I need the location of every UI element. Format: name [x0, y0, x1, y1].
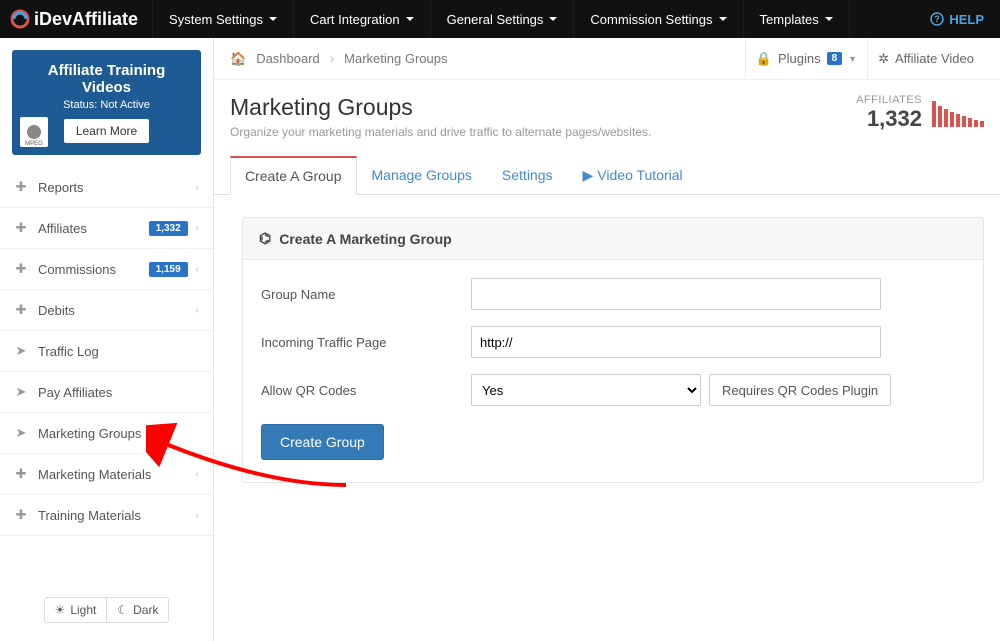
- sidebar-item-marketing-groups[interactable]: ➤ Marketing Groups: [0, 413, 213, 454]
- arrow-right-icon: ➤: [14, 384, 28, 400]
- sitemap-icon: ⌬: [259, 230, 271, 247]
- form-row-incoming-page: Incoming Traffic Page: [261, 326, 965, 358]
- form-row-group-name: Group Name: [261, 278, 965, 310]
- plugins-count-badge: 8: [827, 52, 843, 65]
- topnav-general-settings[interactable]: General Settings: [431, 0, 575, 38]
- page-header: Marketing Groups Organize your marketing…: [214, 80, 1000, 149]
- topnav-system-settings[interactable]: System Settings: [152, 0, 294, 38]
- tab-create-group[interactable]: Create A Group: [230, 156, 357, 195]
- topnav-templates[interactable]: Templates: [744, 0, 850, 38]
- tab-video-tutorial[interactable]: ▶Video Tutorial: [568, 156, 698, 195]
- lock-icon: 🔒: [756, 51, 772, 67]
- chevron-left-icon: ‹: [196, 223, 199, 234]
- sidebar-item-training-materials[interactable]: ✚ Training Materials ‹: [0, 495, 213, 536]
- topnav-commission-settings[interactable]: Commission Settings: [574, 0, 743, 38]
- main-content: 🏠 Dashboard › Marketing Groups 🔒 Plugins…: [214, 38, 1000, 641]
- incoming-page-input[interactable]: [471, 326, 881, 358]
- arrow-right-icon: ➤: [14, 343, 28, 359]
- brand-name: iDevAffiliate: [34, 9, 138, 30]
- breadcrumb-current: Marketing Groups: [344, 51, 447, 66]
- caret-down-icon: [719, 17, 727, 21]
- mpeg-icon: MPEG: [20, 117, 48, 147]
- affiliates-stat: AFFILIATES 1,332: [856, 94, 922, 132]
- page-title: Marketing Groups: [230, 94, 856, 121]
- commissions-badge: 1,159: [149, 262, 188, 277]
- plus-icon: ✚: [14, 261, 28, 277]
- affiliate-video-button[interactable]: ✲ Affiliate Video: [867, 38, 984, 79]
- caret-down-icon: [549, 17, 557, 21]
- theme-toggle: ☀Light ☾Dark: [0, 579, 213, 641]
- affiliates-badge: 1,332: [149, 221, 188, 236]
- chevron-left-icon: ‹: [196, 305, 199, 316]
- plus-icon: ✚: [14, 302, 28, 318]
- promo-status: Status: Not Active: [22, 99, 191, 111]
- sidebar-item-affiliates[interactable]: ✚ Affiliates 1,332 ‹: [0, 208, 213, 249]
- sun-icon: ☀: [55, 603, 66, 617]
- sidebar-item-debits[interactable]: ✚ Debits ‹: [0, 290, 213, 331]
- tab-manage-groups[interactable]: Manage Groups: [357, 156, 487, 195]
- sidebar: MPEG Affiliate Training Videos Status: N…: [0, 38, 214, 641]
- qr-codes-label: Allow QR Codes: [261, 383, 471, 398]
- moon-icon: ☾: [117, 603, 128, 617]
- svg-text:?: ?: [935, 14, 941, 24]
- chevron-left-icon: ‹: [196, 264, 199, 275]
- qr-plugin-required-button[interactable]: Requires QR Codes Plugin: [709, 374, 891, 406]
- tab-settings[interactable]: Settings: [487, 156, 568, 195]
- caret-down-icon: [825, 17, 833, 21]
- form-row-qr-codes: Allow QR Codes Yes Requires QR Codes Plu…: [261, 374, 965, 406]
- sidebar-nav: ✚ Reports ‹ ✚ Affiliates 1,332 ‹ ✚ Commi…: [0, 167, 213, 536]
- promo-card: MPEG Affiliate Training Videos Status: N…: [12, 50, 201, 155]
- create-group-button[interactable]: Create Group: [261, 424, 384, 460]
- learn-more-button[interactable]: Learn More: [64, 119, 149, 143]
- brand-logo[interactable]: iDevAffiliate: [0, 9, 152, 30]
- plus-icon: ✚: [14, 466, 28, 482]
- group-name-input[interactable]: [471, 278, 881, 310]
- top-navigation: iDevAffiliate System Settings Cart Integ…: [0, 0, 1000, 38]
- tabs: Create A Group Manage Groups Settings ▶V…: [214, 155, 1000, 195]
- plus-icon: ✚: [14, 179, 28, 195]
- caret-down-icon: [406, 17, 414, 21]
- incoming-page-label: Incoming Traffic Page: [261, 335, 471, 350]
- promo-title: Affiliate Training Videos: [22, 62, 191, 96]
- caret-down-icon: [269, 17, 277, 21]
- logo-icon: [10, 9, 30, 29]
- chevron-left-icon: ‹: [196, 469, 199, 480]
- help-link[interactable]: ? HELP: [914, 12, 1000, 27]
- sidebar-item-reports[interactable]: ✚ Reports ‹: [0, 167, 213, 208]
- theme-dark-button[interactable]: ☾Dark: [107, 597, 169, 623]
- sparkline-chart: [932, 99, 984, 127]
- breadcrumb-bar: 🏠 Dashboard › Marketing Groups 🔒 Plugins…: [214, 38, 1000, 80]
- sidebar-item-traffic-log[interactable]: ➤ Traffic Log: [0, 331, 213, 372]
- panel-heading: ⌬ Create A Marketing Group: [243, 218, 983, 260]
- chevron-down-icon: ▼: [848, 54, 857, 64]
- create-group-panel: ⌬ Create A Marketing Group Group Name In…: [242, 217, 984, 483]
- help-icon: ?: [930, 12, 944, 26]
- breadcrumb-home[interactable]: Dashboard: [256, 51, 320, 66]
- sidebar-item-marketing-materials[interactable]: ✚ Marketing Materials ‹: [0, 454, 213, 495]
- sidebar-item-pay-affiliates[interactable]: ➤ Pay Affiliates: [0, 372, 213, 413]
- sidebar-item-commissions[interactable]: ✚ Commissions 1,159 ‹: [0, 249, 213, 290]
- group-name-label: Group Name: [261, 287, 471, 302]
- topnav-cart-integration[interactable]: Cart Integration: [294, 0, 431, 38]
- chevron-left-icon: ‹: [196, 510, 199, 521]
- page-subtitle: Organize your marketing materials and dr…: [230, 125, 856, 139]
- play-icon: ▶: [583, 167, 594, 183]
- breadcrumb-separator: ›: [330, 51, 334, 66]
- plus-icon: ✚: [14, 507, 28, 523]
- gear-icon: ✲: [878, 51, 889, 67]
- chevron-left-icon: ‹: [196, 182, 199, 193]
- plus-icon: ✚: [14, 220, 28, 236]
- plugins-button[interactable]: 🔒 Plugins 8 ▼: [745, 38, 867, 79]
- home-icon[interactable]: 🏠: [230, 51, 246, 67]
- arrow-right-icon: ➤: [14, 425, 28, 441]
- qr-codes-select[interactable]: Yes: [471, 374, 701, 406]
- theme-light-button[interactable]: ☀Light: [44, 597, 108, 623]
- topnav-menu: System Settings Cart Integration General…: [152, 0, 850, 38]
